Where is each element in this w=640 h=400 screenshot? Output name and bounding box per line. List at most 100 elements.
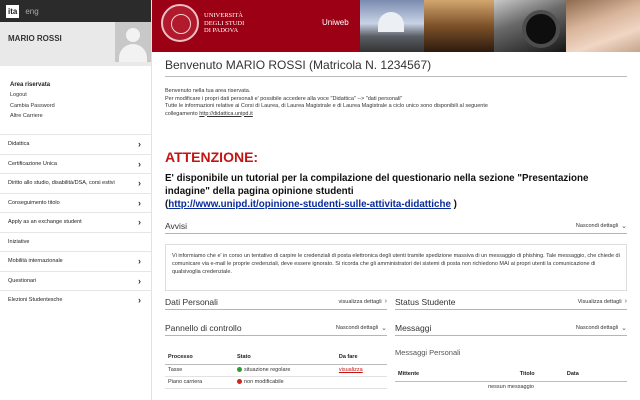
- sidebar-item-conseguimento-titolo[interactable]: Conseguimento titolo ›: [0, 192, 151, 213]
- sidebar-item-label: Conseguimento titolo: [8, 199, 60, 206]
- column-header: Mittente: [395, 367, 491, 382]
- sidebar-item-didattica[interactable]: Didattica ›: [0, 134, 151, 154]
- todo-cell: visualizza: [335, 364, 387, 377]
- didattica-link[interactable]: http://didattica.unipd.it: [199, 111, 253, 117]
- sidebar-item-label: Iniziative: [8, 238, 30, 245]
- avatar-body-icon: [119, 44, 147, 62]
- sidebar-item-exchange[interactable]: Apply as an exchange student ›: [0, 212, 151, 232]
- sidebar-item-label: Certificazione Unica: [8, 160, 57, 167]
- status-blocked-icon: [236, 379, 242, 385]
- avvisi-panel-header: Avvisi Nascondi dettagli ⌄: [165, 218, 627, 234]
- intro-line-text: collegamento: [165, 110, 198, 117]
- toggle-label: Visualizza dettagli: [577, 298, 622, 305]
- lang-ita-button[interactable]: ita: [6, 4, 20, 18]
- sidebar-item-label: Diritto allo studio, disabilità/DSA, cor…: [8, 180, 115, 187]
- other-careers-link[interactable]: Altre Carriere: [10, 113, 151, 119]
- empty-messages: nessun messaggio: [488, 384, 534, 391]
- chevron-right-icon: ›: [138, 197, 141, 208]
- language-switcher: ita eng: [0, 0, 151, 22]
- sidebar-item-label: Apply as an exchange student: [8, 219, 82, 226]
- column-header: Da fare: [335, 350, 387, 365]
- panel-title: Dati Personali: [165, 296, 218, 307]
- messaggi-panel-header: Messaggi Nascondi dettagli ⌄: [395, 320, 627, 336]
- pannello-toggle[interactable]: Nascondi dettagli ⌄: [336, 324, 387, 332]
- main-content: Benvenuto MARIO ROSSI (Matricola N. 1234…: [152, 52, 640, 400]
- tutorial-link[interactable]: http://www.unipd.it/opinione-studenti-su…: [168, 199, 451, 210]
- university-seal-logo[interactable]: [161, 4, 199, 42]
- chevron-right-icon: ›: [138, 256, 141, 267]
- intro-line: Per modificare i propri dati personali e…: [165, 95, 403, 102]
- toggle-label: Nascondi dettagli: [335, 324, 379, 331]
- sidebar-item-diritto-studio[interactable]: Diritto allo studio, disabilità/DSA, cor…: [0, 173, 151, 193]
- intro-line: Benvenuto nella tua area riservata.: [165, 88, 251, 94]
- toggle-label: visualizza dettagli: [338, 298, 382, 305]
- chevron-down-icon: ⌄: [621, 324, 627, 332]
- status-ok-icon: [236, 367, 242, 373]
- panel-title: Pannello di controllo: [165, 322, 242, 333]
- todo-cell: [335, 376, 387, 389]
- sidebar-item-iniziative[interactable]: Iniziative: [0, 231, 151, 252]
- column-header: Titolo: [490, 367, 564, 382]
- process-cell: Tasse: [165, 364, 234, 377]
- change-password-link[interactable]: Cambia Password: [10, 103, 151, 109]
- intro-text: Benvenuto nella tua area riservata. Per …: [165, 88, 625, 118]
- intro-line: Tutte le informazioni relative ai Corsi …: [165, 103, 488, 109]
- header: UNIVERSITÀ DEGLI STUDI DI PADOVA Uniweb: [152, 0, 640, 52]
- pannello-controllo-panel-header: Pannello di controllo Nascondi dettagli ⌄: [165, 320, 387, 336]
- sidebar-item-questionari[interactable]: Questionari ›: [0, 270, 151, 291]
- header-photo-observatory: [360, 0, 424, 52]
- chevron-right-icon: ›: [138, 158, 141, 169]
- uniweb-title: Uniweb: [322, 18, 349, 27]
- chevron-right-icon: ›: [138, 139, 141, 150]
- logout-link[interactable]: Logout: [10, 92, 151, 98]
- user-box: MARIO ROSSI: [0, 22, 151, 66]
- dati-personali-toggle[interactable]: visualizza dettagli ›: [339, 298, 387, 305]
- chevron-right-icon: ›: [138, 178, 141, 189]
- table-header-row: Processo Stato Da fare: [165, 350, 387, 365]
- sidebar-item-mobilita[interactable]: Mobilità internazionale ›: [0, 251, 151, 271]
- reserved-area-title: Area riservata: [10, 82, 51, 88]
- panel-title: Messaggi: [395, 322, 432, 333]
- header-photo-microscope: [494, 0, 566, 52]
- avatar: [115, 22, 151, 62]
- sidebar-nav: Didattica › Certificazione Unica › Diritto…: [0, 134, 151, 310]
- sidebar-item-elezioni[interactable]: Elezioni Studentesche ›: [0, 290, 151, 310]
- table-header-row: Mittente Titolo Data: [395, 367, 627, 382]
- intro-line: collegamento http://didattica.unipd.it: [165, 111, 625, 119]
- sidebar-item-label: Didattica: [8, 141, 30, 148]
- avvisi-toggle[interactable]: Nascondi dettagli ⌄: [576, 222, 627, 230]
- dati-personali-panel-header: Dati Personali visualizza dettagli ›: [165, 294, 387, 310]
- chevron-right-icon: ›: [138, 275, 141, 286]
- messaggi-personali-title: Messaggi Personali: [395, 348, 461, 357]
- column-header: Data: [563, 367, 627, 382]
- status-cell: non modificabile: [233, 376, 336, 389]
- chevron-down-icon: ⌄: [621, 222, 627, 230]
- tutorial-text: E' disponibile un tutorial per la compil…: [165, 173, 589, 197]
- avvisi-panel-body: Vi informiamo che e' in corso un tentati…: [165, 244, 627, 291]
- column-header: Stato: [233, 350, 336, 365]
- status-studente-toggle[interactable]: Visualizza dettagli ›: [578, 298, 627, 305]
- status-studente-panel-header: Status Studente Visualizza dettagli ›: [395, 294, 627, 310]
- messaggi-toggle[interactable]: Nascondi dettagli ⌄: [576, 324, 627, 332]
- sidebar-item-certificazione-unica[interactable]: Certificazione Unica ›: [0, 153, 151, 174]
- status-text: non modificabile: [243, 379, 284, 385]
- attention-heading: ATTENZIONE:: [165, 149, 259, 165]
- reserved-area: Area riservata Logout Cambia Password Al…: [0, 66, 151, 134]
- panel-title: Avvisi: [165, 220, 188, 231]
- chevron-right-icon: ›: [138, 295, 141, 306]
- column-header: Processo: [165, 350, 234, 365]
- table-row: nessun messaggio: [395, 381, 627, 393]
- table-row: Tasse situazione regolare visualizza: [165, 364, 387, 377]
- messages-table: Mittente Titolo Data nessun messaggio: [395, 367, 627, 393]
- header-photo-student: [566, 0, 640, 52]
- chevron-right-icon: ›: [384, 298, 387, 305]
- sidebar-item-label: Mobilità internazionale: [8, 258, 63, 265]
- university-name: UNIVERSITÀ DEGLI STUDI DI PADOVA: [204, 12, 245, 34]
- user-name: MARIO ROSSI: [8, 34, 62, 43]
- lang-eng-button[interactable]: eng: [23, 5, 40, 18]
- page-title: Benvenuto MARIO ROSSI (Matricola N. 1234…: [165, 58, 627, 77]
- avatar-head-icon: [126, 28, 140, 42]
- chevron-right-icon: ›: [624, 298, 627, 305]
- header-photo-hall: [424, 0, 494, 52]
- visualizza-link[interactable]: visualizza: [339, 367, 363, 373]
